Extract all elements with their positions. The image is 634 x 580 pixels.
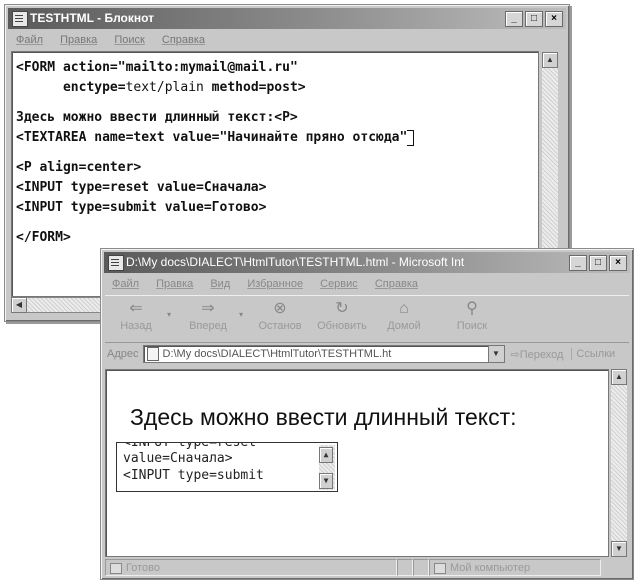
close-button[interactable]: × (609, 255, 627, 271)
notepad-menubar: Файл Правка Поиск Справка (9, 31, 565, 49)
links-button[interactable]: Ссылки (571, 348, 615, 360)
page-icon (146, 347, 159, 361)
scroll-down-icon[interactable]: ▼ (611, 541, 627, 557)
page-text: Здесь можно ввести длинный текст: (130, 404, 517, 430)
menu-help[interactable]: Справка (162, 34, 205, 46)
notepad-title: TESTHTML - Блокнот (30, 11, 155, 25)
address-dropdown-icon[interactable]: ▼ (487, 346, 504, 362)
form-textarea[interactable]: <INPUT type=reset value=Сначала> <INPUT … (116, 442, 338, 492)
go-button[interactable]: ⇨Переход (511, 348, 564, 361)
search-button[interactable]: ⚲ Поиск (441, 296, 503, 340)
scroll-up-icon[interactable]: ▲ (542, 52, 558, 68)
refresh-button[interactable]: ↻ Обновить (311, 296, 373, 340)
browser-window: D:\My docs\DIALECT\HtmlTutor\TESTHTML.ht… (100, 248, 634, 580)
minimize-button[interactable]: _ (505, 11, 523, 27)
search-icon: ⚲ (466, 300, 478, 317)
page-vertical-scrollbar[interactable]: ▲ ▼ (611, 369, 627, 557)
code-line: </FORM> (16, 230, 71, 245)
scroll-left-icon[interactable]: ◀ (11, 297, 27, 313)
text-cursor (407, 129, 415, 146)
code-line: <INPUT type=reset value=Сначала> (16, 180, 267, 195)
computer-icon (434, 562, 446, 574)
home-icon: ⌂ (399, 300, 409, 317)
menu-tools[interactable]: Сервис (320, 278, 358, 290)
stop-button[interactable]: ⊗ Останов (249, 296, 311, 340)
code-line: <INPUT type=submit value=Готово> (16, 200, 267, 215)
menu-edit[interactable]: Правка (156, 278, 193, 290)
forward-dropdown-icon[interactable]: ▾ (239, 310, 249, 319)
browser-menubar: Файл Правка Вид Избранное Сервис Справка (105, 275, 629, 293)
page-content: Здесь можно ввести длинный текст: <INPUT… (105, 369, 609, 557)
code-line: Здесь можно ввести длинный текст:<P> (16, 110, 298, 125)
back-dropdown-icon[interactable]: ▾ (167, 310, 177, 319)
menu-file[interactable]: Файл (16, 34, 43, 46)
maximize-button[interactable]: □ (525, 11, 543, 27)
code-line: <P align=center> (16, 160, 142, 175)
address-input[interactable]: D:\My docs\DIALECT\HtmlTutor\TESTHTML.ht… (142, 345, 505, 363)
forward-arrow-icon: ⇒ (201, 300, 215, 317)
browser-title: D:\My docs\DIALECT\HtmlTutor\TESTHTML.ht… (126, 255, 465, 269)
status-bar: Готово Мой компьютер (105, 559, 629, 576)
refresh-icon: ↻ (335, 300, 349, 317)
notepad-icon (12, 11, 28, 27)
ie-icon (108, 255, 124, 271)
menu-file[interactable]: Файл (112, 278, 139, 290)
browser-toolbar: ⇐ Назад ▾ ⇒ Вперед ▾ ⊗ Останов ↻ Обновит… (105, 295, 629, 343)
maximize-button[interactable]: □ (589, 255, 607, 271)
browser-titlebar[interactable]: D:\My docs\DIALECT\HtmlTutor\TESTHTML.ht… (104, 252, 630, 273)
menu-search[interactable]: Поиск (114, 34, 144, 46)
notepad-titlebar[interactable]: TESTHTML - Блокнот _ □ × (8, 8, 566, 29)
textarea-scrollbar[interactable]: ▲ ▼ (319, 445, 335, 490)
scroll-down-icon[interactable]: ▼ (319, 473, 333, 489)
menu-help[interactable]: Справка (375, 278, 418, 290)
menu-edit[interactable]: Правка (60, 34, 97, 46)
address-label: Адрес (107, 348, 139, 360)
forward-button[interactable]: ⇒ Вперед (177, 296, 239, 340)
code-line: enctype=text/plain method=post> (16, 80, 306, 95)
address-value: D:\My docs\DIALECT\HtmlTutor\TESTHTML.ht (162, 348, 392, 360)
scroll-up-icon[interactable]: ▲ (319, 447, 333, 463)
back-arrow-icon: ⇐ (129, 300, 143, 317)
textarea-line: <INPUT type=submit (123, 468, 264, 483)
stop-icon: ⊗ (273, 300, 287, 317)
textarea-line: <INPUT type=reset (123, 442, 257, 450)
address-bar: Адрес D:\My docs\DIALECT\HtmlTutor\TESTH… (105, 343, 629, 365)
textarea-line: value=Сначала> (123, 451, 233, 466)
minimize-button[interactable]: _ (569, 255, 587, 271)
back-button[interactable]: ⇐ Назад (105, 296, 167, 340)
status-text: Готово (105, 559, 397, 576)
scroll-up-icon[interactable]: ▲ (611, 369, 627, 385)
menu-view[interactable]: Вид (210, 278, 230, 290)
security-zone: Мой компьютер (429, 559, 601, 576)
close-button[interactable]: × (545, 11, 563, 27)
home-button[interactable]: ⌂ Домой (373, 296, 435, 340)
code-line: <TEXTAREA name=text value="Начинайте пря… (16, 128, 534, 148)
menu-favorites[interactable]: Избранное (247, 278, 303, 290)
code-line: <FORM action="mailto:mymail@mail.ru" (16, 60, 298, 75)
page-done-icon (110, 562, 122, 574)
